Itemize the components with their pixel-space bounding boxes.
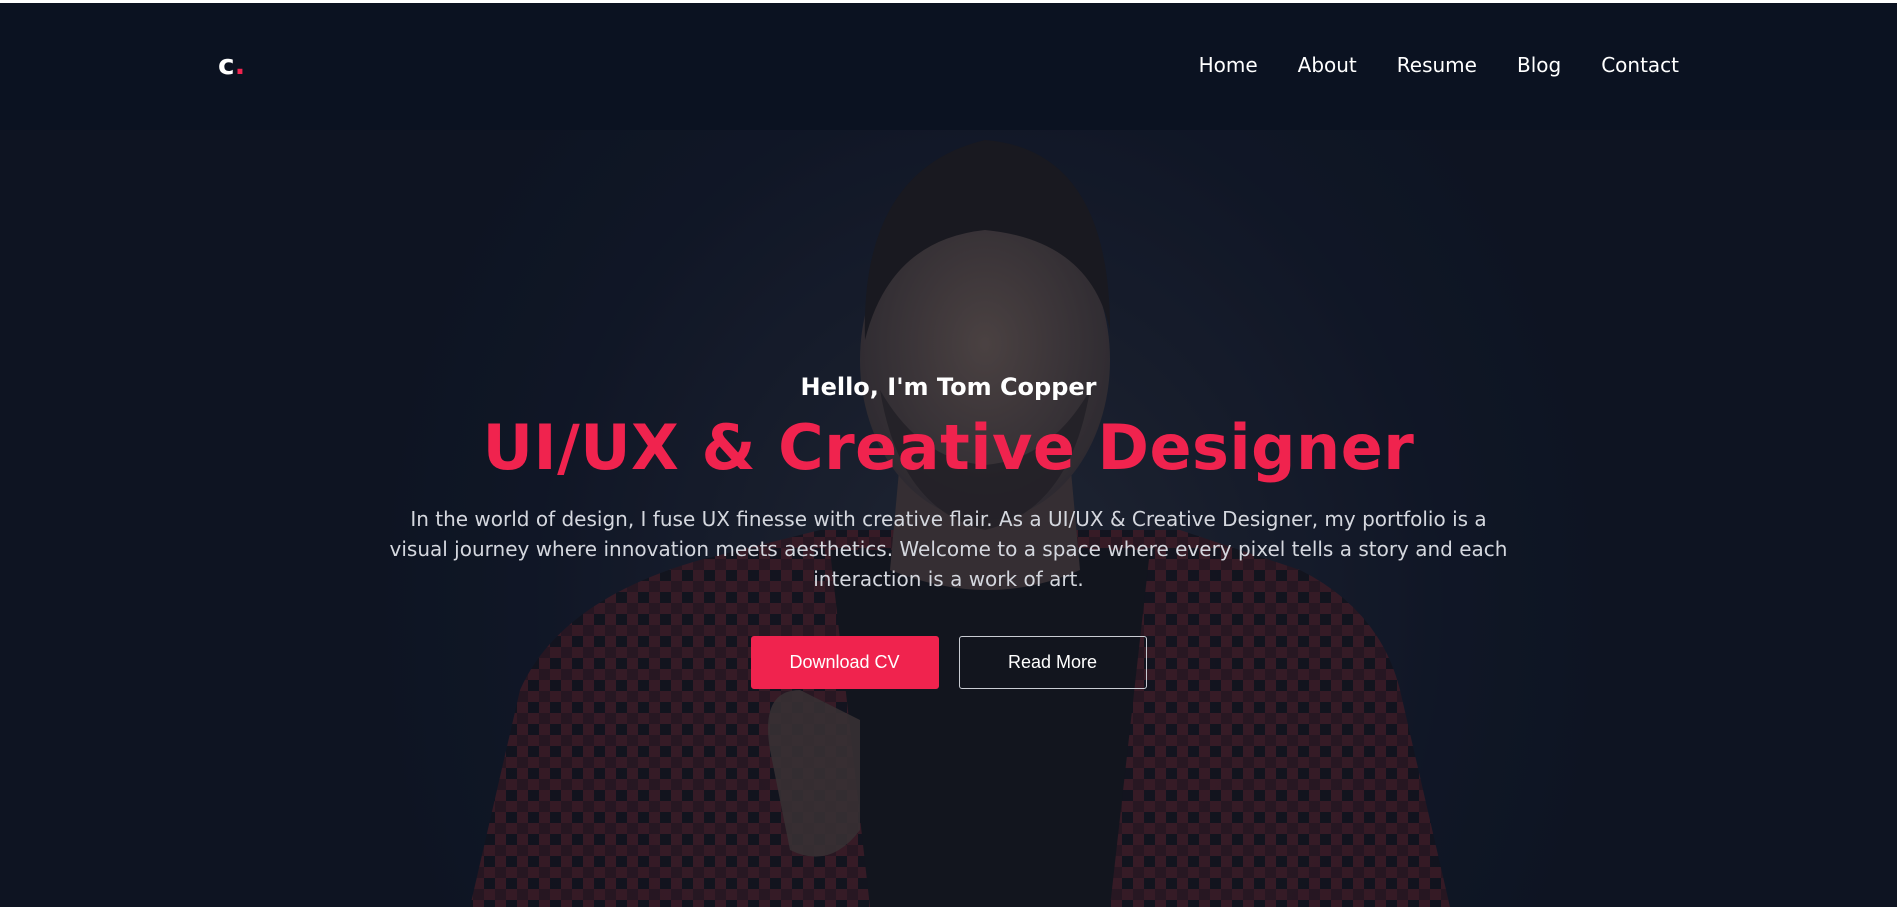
nav-home[interactable]: Home [1199,55,1258,75]
nav-resume[interactable]: Resume [1397,55,1477,75]
read-more-button[interactable]: Read More [958,635,1147,689]
page: c. Home About Resume Blog Contact Hello,… [0,3,1897,907]
hero-buttons: Download CV Read More [0,635,1897,689]
hero-greeting: Hello, I'm Tom Copper [800,373,1097,401]
main-nav: Home About Resume Blog Contact [1199,55,1679,75]
hero-content: Hello, I'm Tom Copper UI/UX & Creative D… [0,373,1897,689]
nav-contact[interactable]: Contact [1601,55,1679,75]
site-header: c. Home About Resume Blog Contact [0,3,1897,130]
hero-title: UI/UX & Creative Designer [482,410,1415,484]
nav-about[interactable]: About [1298,55,1357,75]
hero-section: Hello, I'm Tom Copper UI/UX & Creative D… [0,130,1897,907]
logo[interactable]: c. [218,51,245,79]
nav-blog[interactable]: Blog [1517,55,1561,75]
download-cv-button[interactable]: Download CV [750,635,939,689]
logo-dot: . [234,48,246,81]
logo-letter: c [218,48,235,81]
hero-description: In the world of design, I fuse UX finess… [389,506,1508,591]
